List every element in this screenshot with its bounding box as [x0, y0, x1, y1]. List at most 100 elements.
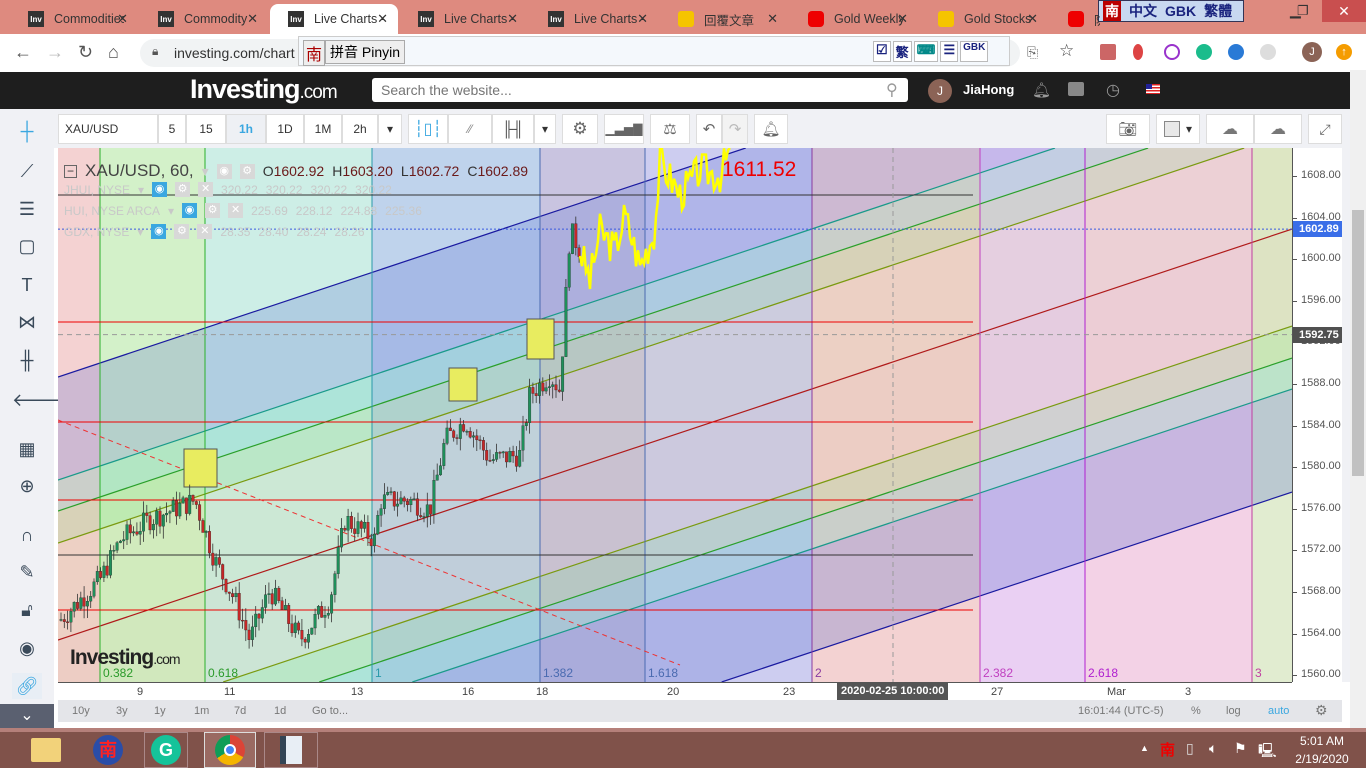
color-picker[interactable]: ▾	[1156, 114, 1200, 144]
range-button-1[interactable]: 3y	[116, 705, 128, 717]
overlay-remove-icon[interactable]: ✕	[228, 203, 244, 218]
bars-icon[interactable]: ╟╢	[492, 114, 534, 144]
profile-avatar[interactable]: J	[1302, 42, 1322, 62]
close-tab-icon[interactable]: ✕	[247, 11, 258, 27]
back-arrow-icon[interactable]: 🡐	[12, 387, 60, 413]
tray-network-icon[interactable]: 🖳︎	[1258, 740, 1277, 764]
range-button-2[interactable]: 1y	[154, 705, 166, 717]
reload-icon[interactable]: ↻	[78, 42, 93, 63]
indicators-icon[interactable]: ▁▃▅▇	[604, 114, 644, 144]
close-tab-icon[interactable]: ✕	[767, 11, 778, 27]
range-button-0[interactable]: 10y	[72, 705, 90, 717]
percent-scale-button[interactable]: %	[1191, 705, 1201, 717]
close-tab-icon[interactable]: ✕	[897, 11, 908, 27]
cloud-download-icon[interactable]: ☁	[1206, 114, 1254, 144]
browser-tab[interactable]: Inv Commodities ✕	[10, 4, 138, 34]
alert-add-icon[interactable]: 🔔︎	[754, 114, 788, 144]
lock-drawing-icon[interactable]: ✎	[12, 559, 42, 585]
browser-tab[interactable]: Gold Weekly ✕	[790, 4, 918, 34]
link-icon[interactable]: 🔗︎	[12, 673, 42, 699]
forward-icon[interactable]: →	[46, 42, 64, 63]
chart-type-dropdown[interactable]: ▾	[534, 114, 556, 144]
overlay-eye-icon[interactable]: ◉	[182, 203, 198, 218]
search-input[interactable]	[372, 78, 908, 102]
nan-ime-app-icon[interactable]: 南	[86, 732, 130, 768]
grammarly-app-icon[interactable]: G	[144, 732, 188, 768]
tray-ime-icon[interactable]: 南	[1160, 739, 1175, 760]
clock-icon[interactable]: ◷	[1106, 80, 1120, 100]
interval-1h[interactable]: 1h	[226, 114, 266, 144]
auto-scale-button[interactable]: auto	[1268, 705, 1289, 717]
legend-eye-icon[interactable]: ◉	[216, 163, 232, 179]
user-name[interactable]: JiaHong	[963, 82, 1014, 97]
zoom-in-icon[interactable]: ⊕	[12, 473, 42, 499]
cloud-upload-icon[interactable]: ☁	[1254, 114, 1302, 144]
browser-tab[interactable]: 防	[1050, 4, 1100, 34]
page-scrollbar[interactable]	[1350, 70, 1366, 728]
compare-scale-icon[interactable]: ⚖	[650, 114, 690, 144]
trend-line-icon[interactable]: ⟋	[12, 158, 42, 184]
bell-icon[interactable]: 🔔︎	[1032, 81, 1051, 99]
ime-chinese[interactable]: 中文	[1129, 1, 1157, 21]
candles-icon[interactable]: ┆▯┆	[408, 114, 448, 144]
log-scale-button[interactable]: log	[1226, 705, 1241, 717]
document-app-icon[interactable]	[264, 732, 318, 768]
overlay-dropdown-icon[interactable]: ▾	[168, 204, 174, 218]
undo-icon[interactable]: ↶	[696, 114, 722, 144]
tray-expand-icon[interactable]: ▲	[1140, 743, 1149, 753]
ime-input-box[interactable]: 南 拼音 Pinyin ☑ 繁 ⌨ ☰ GBK	[298, 36, 1010, 66]
close-tab-icon[interactable]: ✕	[377, 11, 388, 27]
investing-logo[interactable]: Investing.com	[190, 74, 338, 105]
overlay-dropdown-icon[interactable]: ▾	[137, 225, 143, 239]
interval-1M[interactable]: 1M	[304, 114, 342, 144]
translate-icon[interactable]: ⎘	[1027, 44, 1038, 61]
close-tab-icon[interactable]: ✕	[117, 11, 128, 27]
us-flag-icon[interactable]	[1146, 84, 1160, 94]
overlay-eye-icon[interactable]: ◉	[151, 224, 167, 239]
overlay-gear-icon[interactable]: ⚙	[174, 224, 190, 239]
ime-menu-button[interactable]: ☰	[940, 41, 959, 62]
ime-check-button[interactable]: ☑	[873, 41, 891, 62]
ime-gbk[interactable]: GBK	[1165, 3, 1196, 19]
legend-gear-icon[interactable]: ⚙	[239, 163, 255, 179]
fib-lines-icon[interactable]: ☰	[12, 196, 42, 222]
scrollbar-thumb[interactable]	[1352, 210, 1364, 476]
bookmark-star-icon[interactable]: ☆	[1059, 41, 1074, 61]
legend-dropdown-icon[interactable]: ▾	[202, 163, 209, 180]
unlock-icon[interactable]: 🔓︎	[12, 597, 42, 623]
magnet-icon[interactable]: ∩	[12, 522, 42, 548]
ime-mode[interactable]: 拼音 Pinyin	[325, 40, 406, 64]
settings-gear-icon[interactable]: ⚙	[562, 114, 598, 144]
range-button-5[interactable]: 1d	[274, 705, 286, 717]
user-avatar[interactable]: J	[928, 79, 952, 103]
ime-keyboard-button[interactable]: ⌨	[913, 41, 939, 62]
interval-dropdown[interactable]: ▾	[378, 114, 402, 144]
search-icon[interactable]: ⚲	[886, 80, 898, 100]
close-window-button[interactable]: ✕	[1322, 0, 1366, 22]
time-axis[interactable]: 9 11 13 16 18 20 23 27 Mar 3 2020-02-25 10:00:00	[58, 682, 1292, 700]
pdf-extension-icon[interactable]	[1100, 44, 1116, 60]
eye-icon[interactable]: ◉	[12, 635, 42, 661]
overlay-remove-icon[interactable]: ✕	[198, 182, 214, 197]
tray-flag-icon[interactable]: ⚑	[1234, 740, 1247, 757]
range-button-6[interactable]: Go to...	[312, 705, 348, 717]
overlay-remove-icon[interactable]: ✕	[197, 224, 213, 239]
text-icon[interactable]: T	[12, 272, 42, 298]
q-extension-icon[interactable]	[1228, 44, 1244, 60]
camera-icon[interactable]: 📷︎	[1106, 114, 1150, 144]
browser-tab[interactable]: Inv Live Charts - ✕	[530, 4, 658, 34]
ime-status-bar[interactable]: 南 中文 GBK 繁體	[1098, 0, 1244, 22]
redo-icon[interactable]: ↷	[722, 114, 748, 144]
range-button-4[interactable]: 7d	[234, 705, 246, 717]
grammarly-extension-icon[interactable]	[1196, 44, 1212, 60]
tray-clock[interactable]: 5:01 AM 2/19/2020	[1290, 734, 1354, 766]
symbol-input[interactable]: XAU/USD	[58, 114, 158, 144]
collapse-legend-icon[interactable]: −	[64, 164, 77, 178]
ime-traditional-button[interactable]: 繁	[892, 41, 912, 62]
tray-volume-icon[interactable]: 🔈︎	[1209, 740, 1217, 757]
area-chart-icon[interactable]: ⁄⁄	[448, 114, 492, 144]
interval-5[interactable]: 5	[158, 114, 186, 144]
browser-tab[interactable]: Inv Commodity ✕	[140, 4, 268, 34]
back-icon[interactable]: ←	[14, 42, 32, 63]
update-icon[interactable]: ↑	[1336, 44, 1352, 60]
